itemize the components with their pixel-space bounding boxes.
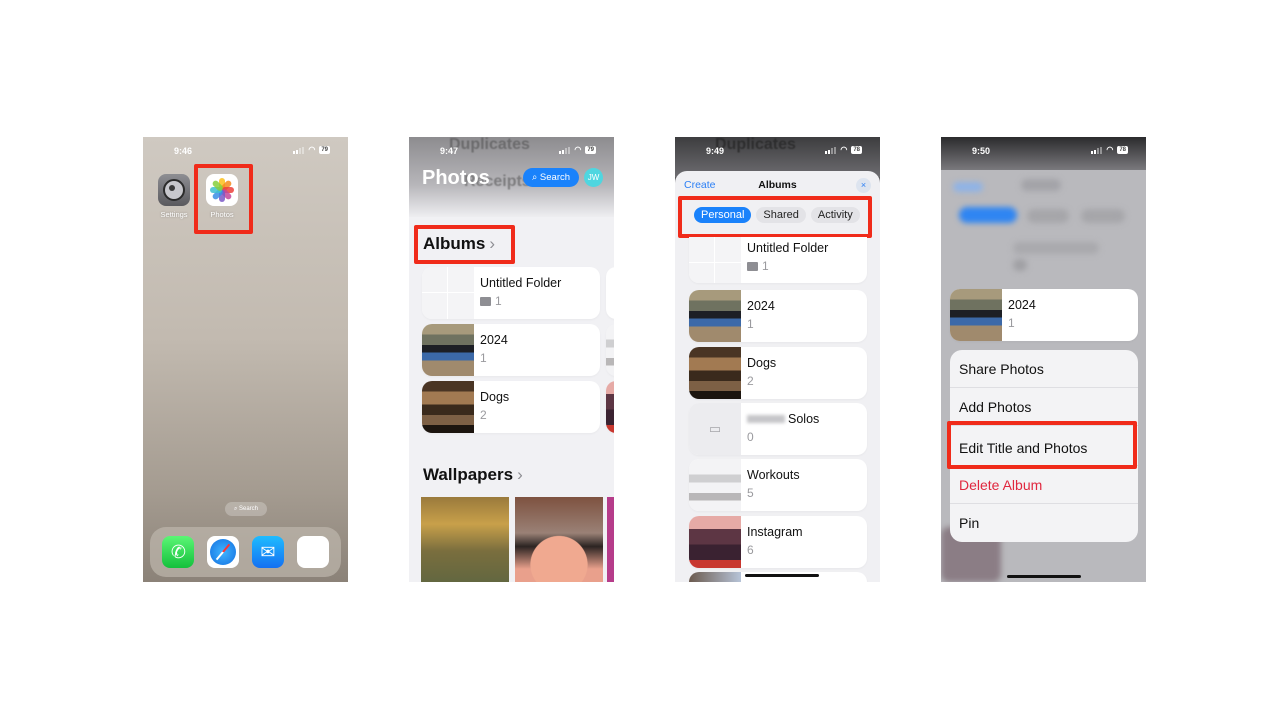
album-item[interactable]: 2024 1	[422, 324, 600, 376]
status-time: 9:50	[972, 146, 991, 156]
battery-icon: 79	[319, 146, 330, 154]
blurred-background	[1021, 179, 1061, 191]
album-item[interactable]: Untitled Folder 1	[422, 267, 600, 319]
album-item[interactable]: Instagram 6	[689, 516, 867, 568]
sheet-title: Albums	[758, 179, 797, 191]
app-label: Settings	[160, 210, 188, 219]
signal-icon	[559, 146, 571, 154]
album-item[interactable]: Workouts 5	[689, 459, 867, 511]
step2-photos-app: Duplicates Receipts 9:47 ◠ 79 Photos ⌕ S…	[409, 137, 614, 582]
album-thumbnail	[422, 381, 474, 433]
settings-icon	[158, 174, 190, 206]
status-time: 9:46	[174, 146, 193, 156]
highlight-albums	[414, 225, 515, 264]
mail-icon[interactable]: ✉	[251, 536, 284, 568]
home-indicator[interactable]	[745, 574, 819, 577]
focused-album[interactable]: 2024 1	[950, 289, 1138, 341]
menu-delete-album[interactable]: Delete Album	[950, 466, 1138, 504]
step1-home-screen: 9:46 ◠ 79 Settings Photos ⌕ Search ✆ ✉ ⌂	[143, 137, 348, 582]
album-thumbnail	[950, 289, 1002, 341]
status-bar: 9:49 ◠ 78	[675, 145, 880, 159]
album-thumbnail	[689, 347, 741, 399]
highlight-photos-app	[194, 164, 253, 234]
wallpapers-section-link[interactable]: Wallpapers ›	[423, 465, 523, 485]
blurred-background	[953, 182, 983, 192]
app-settings[interactable]: Settings	[157, 174, 191, 219]
album-item[interactable]: 2024 1	[689, 290, 867, 342]
album-thumbnail	[689, 290, 741, 342]
album-thumbnail	[422, 324, 474, 376]
battery-icon: 78	[1117, 146, 1128, 154]
blurred-background	[1013, 242, 1099, 254]
blurred-background	[959, 207, 1017, 223]
step3-albums-sheet: Duplicates 9:49 ◠ 78 Create Albums × Per…	[675, 137, 880, 582]
status-bar: 9:50 ◠ 78	[941, 145, 1146, 159]
battery-icon: 78	[851, 146, 862, 154]
highlight-edit-title	[947, 421, 1137, 469]
redacted-text	[747, 415, 785, 423]
folder-thumbnail	[689, 237, 741, 283]
folder-icon	[480, 297, 491, 306]
blurred-background	[1013, 259, 1027, 271]
menu-pin[interactable]: Pin	[950, 504, 1138, 542]
spotlight-search-button[interactable]: ⌕ Search	[225, 502, 267, 516]
album-thumbnail	[689, 516, 741, 568]
tutorial-steps: 9:46 ◠ 79 Settings Photos ⌕ Search ✆ ✉ ⌂…	[0, 0, 1280, 720]
folder-icon	[747, 262, 758, 271]
dock: ✆ ✉ ⌂	[150, 527, 341, 577]
album-item[interactable]: Dogs 2	[422, 381, 600, 433]
signal-icon	[293, 146, 305, 154]
wallpaper-thumbnail[interactable]	[607, 497, 614, 582]
safari-icon[interactable]	[207, 536, 240, 568]
home-indicator[interactable]	[1007, 575, 1081, 578]
highlight-segments	[678, 196, 872, 238]
blurred-background	[1081, 209, 1125, 223]
album-item-peek	[606, 324, 614, 376]
wifi-icon: ◠	[574, 145, 582, 154]
album-item[interactable]: Dogs 2	[689, 347, 867, 399]
close-icon[interactable]: ×	[856, 178, 871, 193]
album-item[interactable]: ▭ Solos 0	[689, 403, 867, 455]
menu-share-photos[interactable]: Share Photos	[950, 350, 1138, 388]
album-thumbnail	[689, 572, 741, 582]
status-time: 9:47	[440, 146, 459, 156]
album-item-peek	[606, 381, 614, 433]
phone-icon[interactable]: ✆	[162, 536, 195, 568]
step4-album-context-menu: 9:50 ◠ 78 2024 1 Share Photos Add Photos…	[941, 137, 1146, 582]
chevron-right-icon: ›	[517, 465, 523, 484]
battery-icon: 79	[585, 146, 596, 154]
album-item-peek	[606, 267, 614, 319]
signal-icon	[825, 146, 837, 154]
wifi-icon: ◠	[1106, 145, 1114, 154]
page-title: Photos	[422, 167, 490, 189]
search-button[interactable]: ⌕ Search	[523, 168, 579, 187]
wallpaper-thumbnail[interactable]	[515, 497, 603, 582]
avatar[interactable]: JW	[584, 168, 603, 187]
blurred-background	[1027, 209, 1069, 223]
wallpaper-thumbnail[interactable]	[421, 497, 509, 582]
home-icon[interactable]: ⌂	[296, 536, 329, 568]
status-bar: 9:47 ◠ 79	[409, 145, 614, 159]
signal-icon	[1091, 146, 1103, 154]
album-item[interactable]: Untitled Folder 1	[689, 237, 867, 283]
album-thumbnail	[689, 459, 741, 511]
status-bar: 9:46 ◠ 79	[143, 145, 348, 159]
wifi-icon: ◠	[840, 145, 848, 154]
status-time: 9:49	[706, 146, 725, 156]
wifi-icon: ◠	[308, 145, 316, 154]
folder-thumbnail	[422, 267, 474, 319]
photo-placeholder-icon: ▭	[689, 403, 741, 455]
